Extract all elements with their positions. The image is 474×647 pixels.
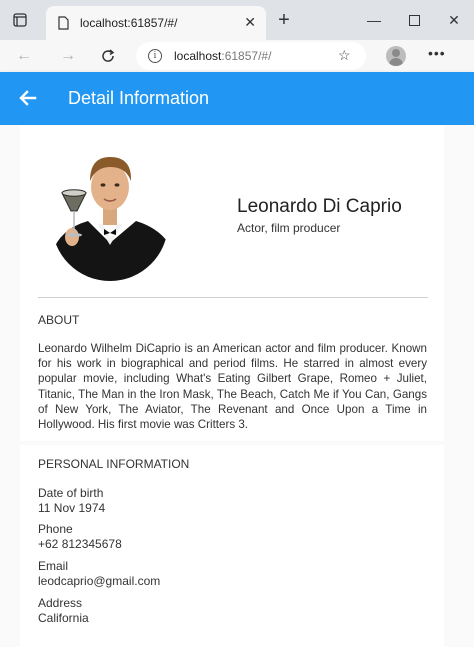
- tab-title: localhost:61857/#/: [80, 16, 178, 30]
- divider: [38, 297, 428, 298]
- field-phone: Phone +62 812345678: [38, 522, 122, 552]
- reload-icon[interactable]: [96, 44, 120, 68]
- browser-tab[interactable]: localhost:61857/#/ ✕: [46, 6, 266, 40]
- profile-name: Leonardo Di Caprio: [237, 196, 402, 217]
- profile-photo: [52, 157, 168, 281]
- field-address: Address California: [38, 596, 89, 626]
- field-email: Email leodcaprio@gmail.com: [38, 559, 160, 589]
- about-text: Leonardo Wilhelm DiCaprio is an American…: [38, 342, 427, 432]
- back-arrow-icon[interactable]: [14, 84, 42, 112]
- back-icon[interactable]: ←: [12, 44, 36, 68]
- profile-avatar[interactable]: [386, 46, 406, 66]
- page-icon: [58, 16, 69, 30]
- field-label: Date of birth: [38, 486, 104, 500]
- field-date-of-birth: Date of birth 11 Nov 1974: [38, 486, 105, 516]
- close-window-icon[interactable]: ✕: [434, 0, 474, 40]
- field-value: leodcaprio@gmail.com: [38, 574, 161, 588]
- app-bar: Detail Information: [0, 72, 474, 125]
- tab-actions-icon[interactable]: [0, 0, 40, 40]
- field-value: California: [38, 611, 89, 625]
- more-menu-icon[interactable]: •••: [428, 45, 446, 61]
- section-separator: [20, 441, 444, 445]
- field-label: Email: [38, 559, 69, 573]
- url-host: localhost: [174, 49, 222, 63]
- address-input[interactable]: i localhost:61857/#/: [136, 42, 366, 70]
- url-path: :61857/#/: [221, 49, 272, 63]
- field-value: 11 Nov 1974: [38, 501, 106, 515]
- field-value: +62 812345678: [38, 537, 122, 551]
- add-favorite-icon[interactable]: ☆: [338, 47, 351, 64]
- personal-heading: PERSONAL INFORMATION: [38, 457, 190, 471]
- forward-icon[interactable]: →: [56, 44, 80, 68]
- site-info-icon[interactable]: i: [148, 49, 162, 63]
- browser-tab-bar: localhost:61857/#/ ✕ + — ✕: [0, 0, 474, 40]
- profile-role: Actor, film producer: [237, 221, 341, 235]
- browser-toolbar: ← → i localhost:61857/#/ ☆ •••: [0, 40, 474, 72]
- new-tab-icon[interactable]: +: [272, 9, 296, 31]
- field-label: Phone: [38, 522, 73, 536]
- field-label: Address: [38, 596, 83, 610]
- close-tab-icon[interactable]: ✕: [244, 14, 256, 31]
- about-heading: ABOUT: [38, 313, 80, 327]
- minimize-icon[interactable]: —: [354, 0, 394, 40]
- maximize-icon[interactable]: [394, 0, 434, 40]
- page-title: Detail Information: [68, 88, 210, 108]
- detail-card: Leonardo Di Caprio Actor, film producer …: [20, 125, 444, 647]
- detail-content: Leonardo Di Caprio Actor, film producer …: [0, 125, 474, 647]
